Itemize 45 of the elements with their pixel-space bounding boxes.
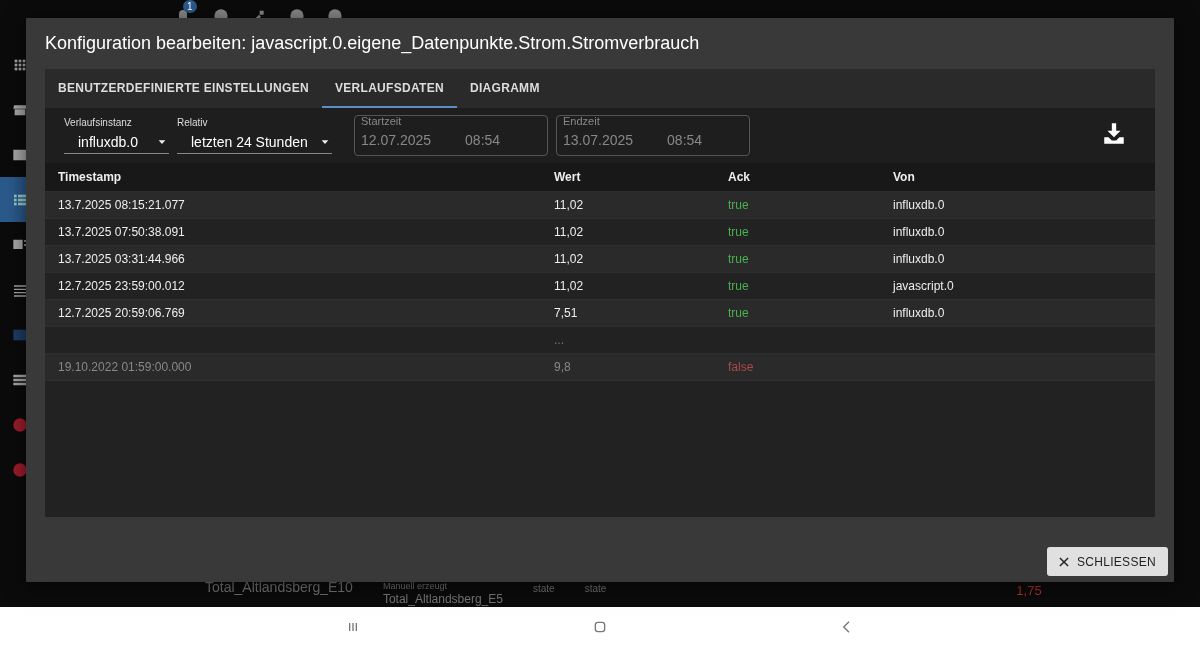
select-field[interactable]: Relativ letzten 24 Stunden xyxy=(177,117,332,154)
table-cell-text: 13.7.2025 07:50:38.091 xyxy=(58,225,186,239)
tab[interactable]: BENUTZERDEFINIERTE EINSTELLUNGEN xyxy=(45,69,322,108)
table-cell-text: false xyxy=(728,360,755,374)
table-cell-text: influxdb.0 xyxy=(893,198,946,212)
column-header: Wert xyxy=(554,170,582,184)
table-cell-text: 11,02 xyxy=(554,252,585,266)
table-cell-text: 19.10.2022 01:59:00.000 xyxy=(58,360,193,374)
select-field[interactable]: Verlaufsinstanz influxdb.0 xyxy=(64,117,169,154)
download-icon[interactable] xyxy=(1101,120,1127,147)
column-header: Von xyxy=(893,170,916,184)
close-icon xyxy=(1056,554,1071,569)
table-cell-text: true xyxy=(728,198,750,212)
row-value: 1,75 xyxy=(1016,583,1042,598)
row-note: Manuell erzeugt xyxy=(382,582,448,591)
table-cell-text: 11,02 xyxy=(554,279,585,293)
table-cell-text: 7,51 xyxy=(554,306,579,320)
table-cell-text: influxdb.0 xyxy=(893,306,946,320)
table-cell-text: influxdb.0 xyxy=(893,225,946,239)
table-cell-text: 12.7.2025 20:59:06.769 xyxy=(58,306,186,320)
table-cell-text: true xyxy=(728,225,750,239)
table-cell-text: 11,02 xyxy=(554,198,585,212)
table-cell-text: 13.7.2025 03:31:44.966 xyxy=(58,252,186,266)
column-header: Ack xyxy=(728,170,751,184)
column-header: Timestamp xyxy=(58,170,123,184)
dialog-title: Konfiguration bearbeiten: javascript.0.eigene_Datenpunkte.Strom.Stromverbrauch xyxy=(44,32,701,56)
table-cell-text: javascript.0 xyxy=(893,279,955,293)
table-cell-text: influxdb.0 xyxy=(893,252,946,266)
notification-badge: 1 xyxy=(183,0,197,13)
close-button[interactable]: SCHLIESSEN xyxy=(1046,547,1168,576)
table-cell-text: 11,02 xyxy=(554,225,585,239)
table-cell-text: true xyxy=(728,306,750,320)
caret-icon xyxy=(320,137,330,147)
table-cell-text: 12.7.2025 23:59:00.012 xyxy=(58,279,186,293)
table-cell-text: 9,8 xyxy=(554,360,572,374)
row-role: state xyxy=(584,583,607,594)
row-name: Total_Altlandsberg_E5 xyxy=(382,593,503,605)
row-name: Total_Altlandsberg_E10 xyxy=(205,579,353,595)
table-cell-text: true xyxy=(728,252,750,266)
row-type: state xyxy=(533,583,555,594)
table-cell-text: true xyxy=(728,279,750,293)
caret-icon xyxy=(157,137,167,147)
tab[interactable]: DIAGRAMM xyxy=(456,69,553,108)
table-cell-text: 13.7.2025 08:15:21.077 xyxy=(58,198,186,212)
table-cell-text: ... xyxy=(554,333,565,347)
